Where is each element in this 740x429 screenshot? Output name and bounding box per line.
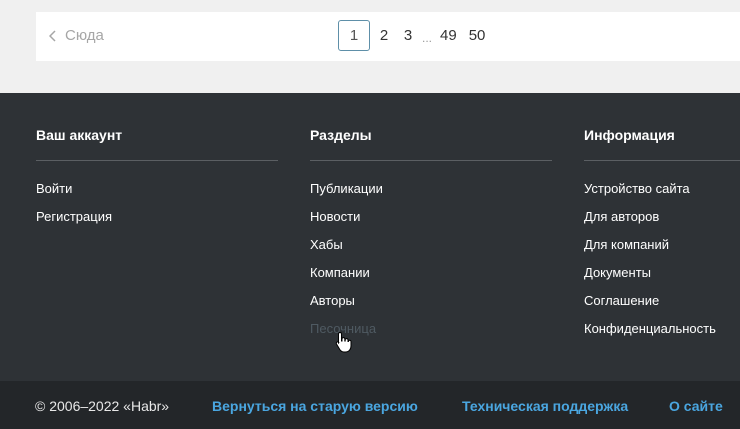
footer-link-agreement[interactable]: Соглашение	[584, 287, 740, 315]
footer-link-documents[interactable]: Документы	[584, 259, 740, 287]
column-title: Ваш аккаунт	[36, 127, 278, 161]
chevron-left-icon	[49, 29, 56, 42]
page-1[interactable]: 1	[338, 20, 370, 51]
footer-column-info: Информация Устройство сайта Для авторов …	[584, 127, 740, 343]
page-49[interactable]: 49	[434, 20, 463, 51]
footer: Ваш аккаунт Войти Регистрация Разделы Пу…	[0, 93, 740, 381]
footer-link-hubs[interactable]: Хабы	[310, 231, 552, 259]
support-link[interactable]: Техническая поддержка	[462, 398, 628, 414]
footer-link-site-structure[interactable]: Устройство сайта	[584, 175, 740, 203]
column-title: Информация	[584, 127, 740, 161]
footer-link-login[interactable]: Войти	[36, 175, 278, 203]
footer-link-privacy[interactable]: Конфиденциальность	[584, 315, 740, 343]
copyright: © 2006–2022 «Habr»	[35, 398, 170, 414]
prev-page-link[interactable]: Сюда	[49, 27, 104, 44]
hand-cursor-icon	[335, 331, 352, 353]
footer-link-publications[interactable]: Публикации	[310, 175, 552, 203]
about-link[interactable]: О сайте	[669, 398, 723, 414]
footer-link-authors[interactable]: Авторы	[310, 287, 552, 315]
footer-column-account: Ваш аккаунт Войти Регистрация	[36, 127, 278, 231]
footer-link-register[interactable]: Регистрация	[36, 203, 278, 231]
footer-column-sections: Разделы Публикации Новости Хабы Компании…	[310, 127, 552, 343]
prev-label: Сюда	[65, 27, 104, 44]
footer-link-news[interactable]: Новости	[310, 203, 552, 231]
footer-link-for-companies[interactable]: Для компаний	[584, 231, 740, 259]
bottom-bar: © 2006–2022 «Habr» Вернуться на старую в…	[0, 381, 740, 429]
pagination: Сюда 1 2 3 ... 49 50	[36, 12, 740, 61]
column-title: Разделы	[310, 127, 552, 161]
pagination-ellipsis: ...	[422, 30, 433, 45]
page-50[interactable]: 50	[463, 20, 492, 51]
old-version-link[interactable]: Вернуться на старую версию	[212, 398, 418, 414]
footer-link-companies[interactable]: Компании	[310, 259, 552, 287]
footer-link-for-authors[interactable]: Для авторов	[584, 203, 740, 231]
page-3[interactable]: 3	[396, 20, 420, 51]
page-2[interactable]: 2	[372, 20, 396, 51]
